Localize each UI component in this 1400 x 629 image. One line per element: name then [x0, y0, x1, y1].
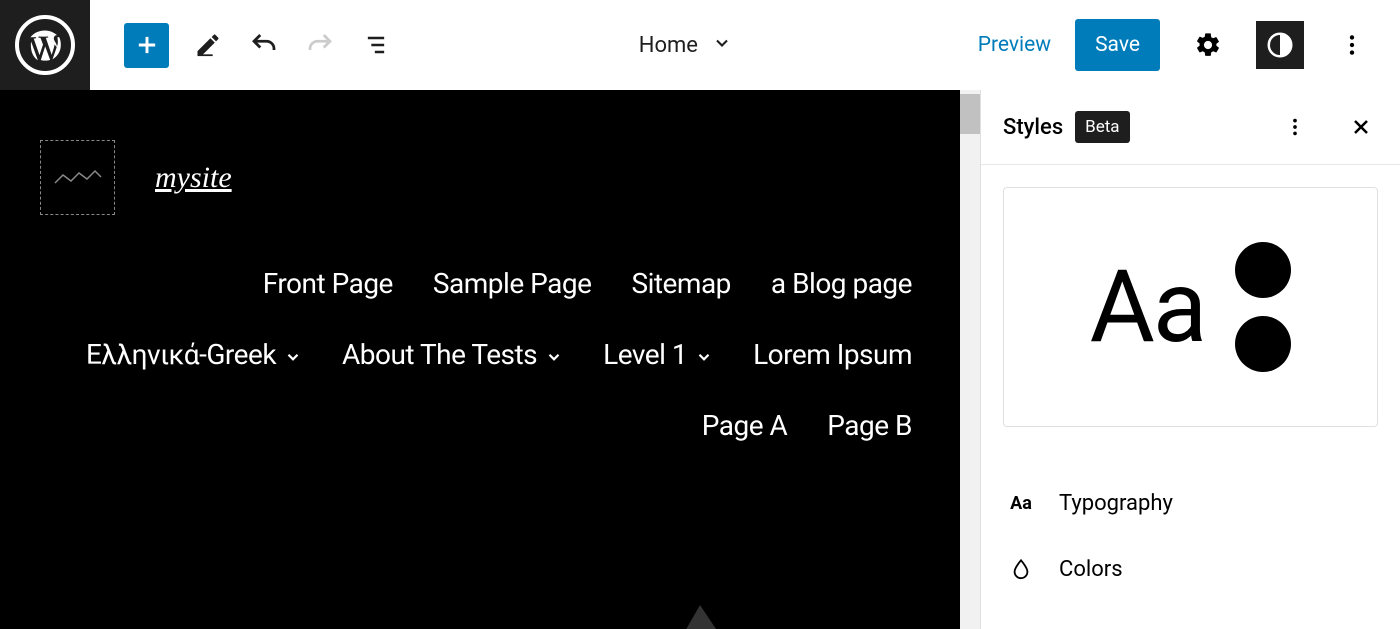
color-swatches — [1235, 242, 1291, 372]
site-header: mysite — [40, 140, 920, 215]
nav-item-dropdown[interactable]: About The Tests — [342, 338, 563, 371]
more-options-button[interactable] — [1328, 21, 1376, 69]
site-title[interactable]: mysite — [155, 161, 232, 195]
styles-toggle-button[interactable] — [1256, 21, 1304, 69]
close-sidebar-button[interactable] — [1344, 110, 1378, 144]
nav-item[interactable]: Page B — [827, 409, 912, 442]
nav-item[interactable]: Front Page — [263, 267, 393, 300]
color-swatch — [1235, 242, 1291, 298]
typography-preview: Aa — [1090, 249, 1206, 366]
nav-row: Page A Page B — [40, 409, 920, 442]
wordpress-logo-button[interactable] — [0, 0, 90, 90]
nav-item-dropdown[interactable]: Level 1 — [603, 338, 713, 371]
option-label: Colors — [1059, 557, 1123, 582]
scrollbar-thumb[interactable] — [960, 94, 980, 134]
document-title: Home — [639, 33, 698, 58]
redo-button[interactable] — [303, 28, 337, 62]
chevron-down-icon — [695, 348, 713, 366]
editor-canvas[interactable]: mysite Front Page Sample Page Sitemap a … — [0, 90, 960, 629]
chevron-down-icon — [712, 33, 732, 57]
typography-icon: Aa — [1007, 493, 1035, 514]
chevron-down-icon — [284, 348, 302, 366]
nav-item[interactable]: Lorem Ipsum — [753, 338, 912, 371]
style-preview-card[interactable]: Aa — [1003, 187, 1378, 427]
nav-row: Ελληνικά-Greek About The Tests Level 1 L… — [40, 338, 920, 371]
navigation-block[interactable]: Front Page Sample Page Sitemap a Blog pa… — [40, 267, 920, 442]
beta-badge: Beta — [1075, 111, 1129, 143]
nav-row: Front Page Sample Page Sitemap a Blog pa… — [40, 267, 920, 300]
nav-item[interactable]: Sample Page — [433, 267, 592, 300]
colors-icon — [1007, 556, 1035, 582]
decorative-image — [640, 595, 760, 629]
document-title-dropdown[interactable]: Home — [393, 33, 978, 58]
tool-group-right: Preview Save — [978, 19, 1400, 71]
settings-button[interactable] — [1184, 21, 1232, 69]
style-options-list: Aa Typography Colors — [981, 449, 1400, 624]
chevron-down-icon — [545, 348, 563, 366]
nav-item-label: Level 1 — [603, 338, 687, 371]
undo-button[interactable] — [247, 28, 281, 62]
edit-tool-button[interactable] — [191, 28, 225, 62]
colors-option[interactable]: Colors — [981, 536, 1400, 602]
wordpress-icon — [15, 15, 75, 75]
nav-item-label: Ελληνικά-Greek — [86, 338, 276, 371]
preview-button[interactable]: Preview — [978, 33, 1051, 57]
color-swatch — [1235, 316, 1291, 372]
styles-sidebar: Styles Beta Aa Aa Typography — [980, 90, 1400, 629]
list-view-button[interactable] — [359, 28, 393, 62]
option-label: Typography — [1059, 491, 1173, 516]
tool-group-left — [90, 23, 393, 68]
nav-item[interactable]: a Blog page — [771, 267, 912, 300]
nav-item-label: About The Tests — [342, 338, 537, 371]
nav-item[interactable]: Sitemap — [631, 267, 730, 300]
add-block-button[interactable] — [124, 23, 169, 68]
sidebar-header: Styles Beta — [981, 90, 1400, 165]
nav-item[interactable]: Page A — [702, 409, 788, 442]
sidebar-title: Styles — [1003, 115, 1063, 140]
typography-option[interactable]: Aa Typography — [981, 471, 1400, 536]
save-button[interactable]: Save — [1075, 19, 1160, 71]
nav-item-dropdown[interactable]: Ελληνικά-Greek — [86, 338, 302, 371]
site-logo-placeholder[interactable] — [40, 140, 115, 215]
toolbar: Home Preview Save — [0, 0, 1400, 90]
sidebar-more-button[interactable] — [1278, 110, 1312, 144]
vertical-scrollbar[interactable] — [960, 90, 980, 629]
